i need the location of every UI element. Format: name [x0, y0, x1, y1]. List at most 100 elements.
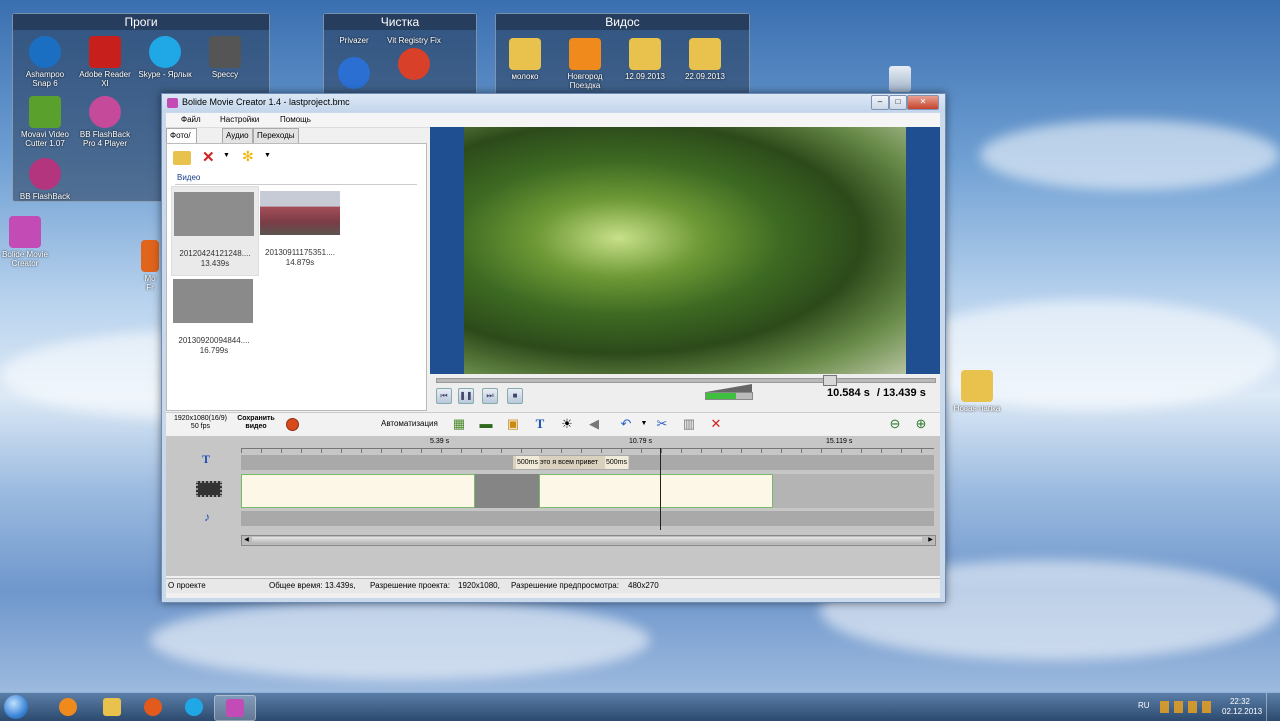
- menu-file[interactable]: Файл: [181, 115, 201, 124]
- fade-in-label: 500ms: [516, 456, 540, 469]
- next-frame-button[interactable]: ⏭: [482, 388, 498, 404]
- media-item[interactable]: 20130920094844.... 16.799s: [171, 274, 257, 362]
- stop-button[interactable]: ■: [507, 388, 523, 404]
- vlc-folder-icon: [569, 38, 601, 70]
- taskbar-skype[interactable]: [174, 695, 214, 719]
- maximize-button[interactable]: □: [889, 95, 907, 110]
- adobe-reader-icon: [89, 36, 121, 68]
- timeline-scrollbar[interactable]: ◀ ▶: [241, 535, 936, 546]
- desktop-icon-bolide[interactable]: Bolide Movie Creator: [0, 216, 53, 268]
- tray-icons[interactable]: [1160, 701, 1216, 713]
- desktop-icon-bb-flashback[interactable]: BB FlashBack: [17, 158, 73, 201]
- film-strip-icon[interactable]: ▬: [478, 416, 494, 432]
- scroll-left-icon[interactable]: ◀: [242, 536, 251, 545]
- taskbar-firefox[interactable]: [133, 695, 173, 719]
- video-clip[interactable]: [539, 474, 773, 508]
- desktop-icon-privazer[interactable]: Privazer: [326, 36, 382, 91]
- menu-help[interactable]: Помощь: [280, 115, 311, 124]
- desktop-icon-partial-app[interactable]: Mo Fr: [140, 240, 160, 292]
- desktop-icon-folder-moloko[interactable]: молоко: [497, 38, 553, 81]
- desktop-icon-speccy[interactable]: Speccy: [197, 36, 253, 79]
- chevron-down-icon[interactable]: ▼: [223, 152, 230, 159]
- tab-photo-video[interactable]: Фото/Видео: [166, 128, 198, 154]
- media-duration: 16.799s: [199, 346, 229, 355]
- taskbar-media-player[interactable]: [48, 695, 88, 719]
- prev-frame-button[interactable]: ⏮: [436, 388, 452, 404]
- status-project-res: 1920x1080,: [458, 581, 500, 590]
- current-time: 10.584 s: [827, 387, 870, 399]
- timeline[interactable]: 5.39 s 10.79 s 15.119 s T 500ms это я вс…: [166, 436, 940, 576]
- desktop-icon-ashampoo[interactable]: Ashampoo Snap 6: [17, 36, 73, 88]
- cut-icon[interactable]: ✂: [654, 416, 670, 432]
- chevron-down-icon[interactable]: ▼: [636, 416, 652, 432]
- desktop-icon-video-cutter[interactable]: Movavi Video Cutter 1.07: [17, 96, 73, 148]
- desktop-icon-registry-fix[interactable]: Vit Registry Fix: [386, 36, 442, 82]
- media-item[interactable]: 20120424121248.... 13.439s: [171, 186, 259, 276]
- seek-slider[interactable]: [436, 375, 936, 386]
- zoom-fit-icon[interactable]: ⊕: [913, 416, 929, 432]
- playhead[interactable]: [659, 448, 661, 530]
- taskbar-explorer[interactable]: [92, 695, 132, 719]
- media-thumbnail: [174, 192, 254, 236]
- desktop-icon-folder-12092013[interactable]: 12.09.2013: [617, 38, 673, 81]
- transition[interactable]: [475, 474, 539, 508]
- folder-icon: [689, 38, 721, 70]
- desktop-icon-skype[interactable]: Skype - Ярлык: [137, 36, 193, 79]
- seek-thumb[interactable]: [822, 375, 837, 386]
- video-track[interactable]: [241, 474, 934, 508]
- text-icon[interactable]: T: [532, 416, 548, 432]
- zoom-out-icon[interactable]: ⊖: [887, 416, 903, 432]
- text-clip[interactable]: 500ms это я всем привет 500ms: [513, 456, 629, 469]
- desktop-icon-new-folder[interactable]: Новая папка: [949, 370, 1005, 413]
- title-bar[interactable]: Bolide Movie Creator 1.4 - lastproject.b…: [162, 94, 945, 112]
- chevron-down-icon[interactable]: ▼: [264, 152, 271, 159]
- tab-transitions[interactable]: Переходы: [253, 128, 299, 143]
- close-button[interactable]: ✕: [907, 95, 939, 110]
- ruler-tick-label: 10.79 s: [629, 438, 652, 445]
- desktop-icon-adobe-reader[interactable]: Adobe Reader XI: [77, 36, 133, 88]
- about-project-link[interactable]: О проекте: [168, 581, 206, 590]
- desktop-icon-bb-player[interactable]: BB FlashBack Pro 4 Player: [77, 96, 133, 148]
- status-project-res-label: Разрешение проекта:: [370, 581, 450, 590]
- bb-player-icon: [89, 96, 121, 128]
- scroll-right-icon[interactable]: ▶: [926, 536, 935, 545]
- folder-icon: [509, 38, 541, 70]
- playback-controls: ⏮ ❚❚ ⏭ ■ 10.584 s / 13.439 s: [430, 374, 940, 411]
- video-clip[interactable]: [241, 474, 475, 508]
- media-item[interactable]: 20130911175351.... 14.879s: [257, 186, 343, 274]
- media-thumbnail: [260, 191, 340, 235]
- brightness-icon[interactable]: ☀: [559, 416, 575, 432]
- media-name: 20130911175351....: [265, 248, 335, 257]
- taskbar-bolide[interactable]: [214, 695, 256, 721]
- desktop-icon-folder-22092013[interactable]: 22.09.2013: [677, 38, 733, 81]
- pause-button[interactable]: ❚❚: [458, 388, 474, 404]
- effects-icon[interactable]: ✻: [242, 148, 254, 165]
- video-cutter-icon: [29, 96, 61, 128]
- text-track[interactable]: 500ms это я всем привет 500ms: [241, 455, 934, 470]
- video-frame: [464, 127, 906, 374]
- tab-audio[interactable]: Аудио: [222, 128, 253, 143]
- desktop-icon-folder-novgorod[interactable]: Новгород Поездка: [557, 38, 613, 90]
- split-icon[interactable]: ▥: [681, 416, 697, 432]
- delete-clip-icon[interactable]: ✕: [708, 416, 724, 432]
- menu-settings[interactable]: Настройки: [220, 115, 259, 124]
- audio-track[interactable]: [241, 511, 934, 526]
- skype-icon: [149, 36, 181, 68]
- film-effect-icon[interactable]: ▦: [451, 416, 467, 432]
- recycle-bin-icon[interactable]: [889, 66, 911, 92]
- undo-icon[interactable]: ↶: [618, 416, 634, 432]
- language-indicator[interactable]: RU: [1138, 701, 1150, 710]
- photo-icon[interactable]: ▣: [505, 416, 521, 432]
- show-desktop-button[interactable]: [1266, 693, 1279, 721]
- window-title: Bolide Movie Creator 1.4 - lastproject.b…: [182, 97, 350, 107]
- volume-slider[interactable]: [705, 392, 753, 400]
- record-icon[interactable]: [286, 418, 299, 431]
- minimize-button[interactable]: –: [871, 95, 889, 110]
- volume-icon[interactable]: ◀: [586, 416, 602, 432]
- folder-icon: [629, 38, 661, 70]
- add-folder-icon[interactable]: [173, 151, 191, 165]
- start-orb-icon[interactable]: [4, 695, 28, 719]
- save-video-button[interactable]: Сохранить видео: [234, 415, 278, 431]
- fps-info: 50 fps: [190, 423, 210, 430]
- delete-icon[interactable]: ✕: [202, 148, 215, 166]
